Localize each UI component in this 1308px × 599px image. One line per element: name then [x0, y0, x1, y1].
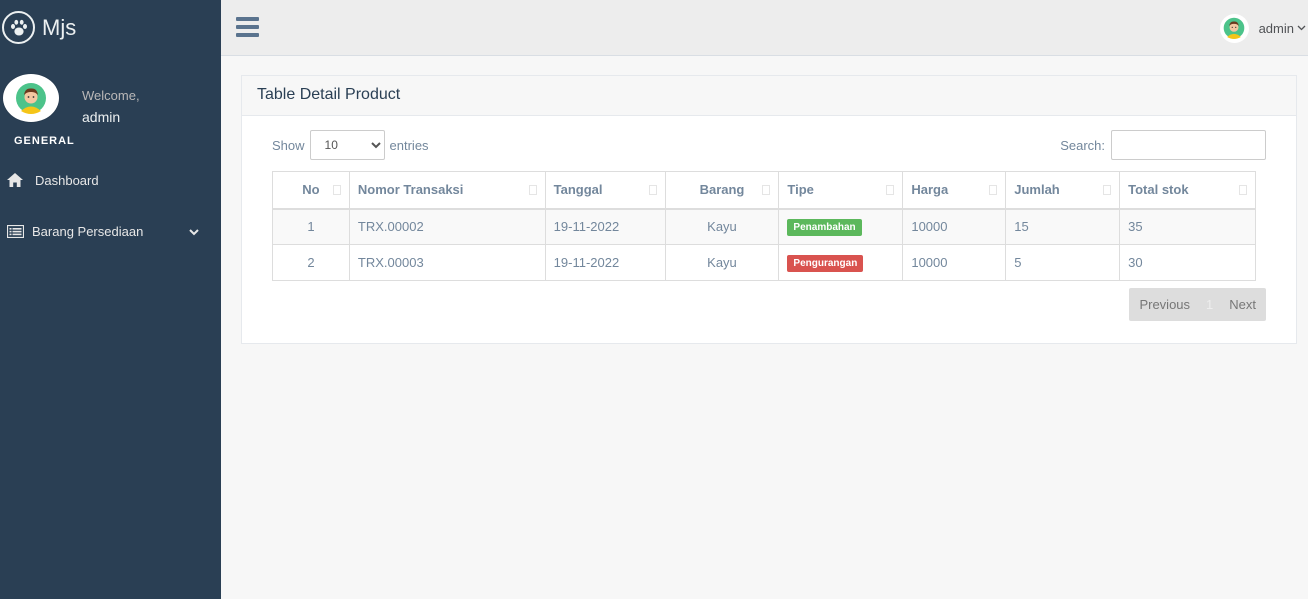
sort-icon — [1103, 185, 1112, 195]
brand[interactable]: Mjs — [0, 0, 221, 55]
search-input[interactable] — [1111, 130, 1266, 160]
column-header-harga[interactable]: Harga — [902, 171, 1007, 210]
sidebar-item-label: Dashboard — [35, 172, 99, 188]
entries-length-control: Show 10 entries — [272, 130, 429, 160]
table-list-icon — [5, 224, 25, 238]
welcome-text: Welcome, — [82, 88, 140, 103]
cell-total-stok: 30 — [1119, 244, 1256, 281]
cell-jumlah: 5 — [1005, 244, 1121, 281]
avatar — [1219, 13, 1249, 43]
cell-tipe: Penambahan — [778, 208, 904, 245]
sidebar: Mjs Welcome, admin GENERAL Dashboard Bar… — [0, 0, 221, 599]
cell-nomor-transaksi: TRX.00002 — [348, 208, 546, 245]
show-label: Show — [272, 137, 305, 153]
user-menu[interactable]: admin — [1219, 13, 1308, 43]
column-header-tipe[interactable]: Tipe — [778, 171, 904, 210]
column-header-tanggal[interactable]: Tanggal — [544, 171, 666, 210]
page-button-current[interactable]: 1 — [1200, 288, 1219, 321]
user-menu-label: admin — [1258, 20, 1294, 36]
entries-select[interactable]: 10 — [309, 130, 385, 160]
cell-tanggal: 19-11-2022 — [544, 208, 666, 245]
column-header-nomor-transaksi[interactable]: Nomor Transaksi — [348, 171, 546, 210]
menu-toggle-icon[interactable] — [236, 17, 259, 37]
avatar — [3, 74, 59, 122]
profile-username: admin — [82, 109, 121, 125]
chevron-down-icon — [189, 224, 199, 239]
sort-icon — [762, 185, 771, 195]
menu-section-label: GENERAL — [14, 135, 75, 147]
cell-no: 1 — [272, 208, 350, 245]
table-row: 2 TRX.00003 19-11-2022 Kayu Pengurangan … — [272, 244, 1256, 281]
cell-harga: 10000 — [902, 244, 1007, 281]
home-icon — [5, 173, 25, 187]
entries-label: entries — [389, 137, 429, 153]
cell-barang: Kayu — [664, 208, 780, 245]
paw-icon — [2, 11, 35, 44]
profile: Welcome, admin — [0, 55, 221, 145]
sidebar-item-barang-persediaan[interactable]: Barang Persediaan — [0, 213, 221, 249]
table-row: 1 TRX.00002 19-11-2022 Kayu Penambahan 1… — [272, 208, 1256, 245]
cell-jumlah: 15 — [1005, 208, 1121, 245]
cell-tipe: Pengurangan — [778, 244, 904, 281]
table-header-row: No Nomor Transaksi Tanggal Barang Tipe H… — [272, 171, 1256, 210]
cell-no: 2 — [272, 244, 350, 281]
user-avatar-icon — [1223, 17, 1245, 39]
sidebar-item-dashboard[interactable]: Dashboard — [0, 162, 221, 198]
cell-nomor-transaksi: TRX.00003 — [348, 244, 546, 281]
sort-icon — [648, 185, 657, 195]
panel-title: Table Detail Product — [242, 76, 1296, 116]
search-label: Search: — [1060, 137, 1105, 153]
sidebar-item-label: Barang Persediaan — [32, 223, 144, 239]
detail-product-panel: Table Detail Product Show 10 entries Sea… — [241, 75, 1297, 344]
cell-harga: 10000 — [902, 208, 1007, 245]
sort-icon — [886, 185, 895, 195]
status-badge: Pengurangan — [787, 254, 864, 272]
user-avatar-icon — [16, 83, 46, 114]
detail-product-table: No Nomor Transaksi Tanggal Barang Tipe H… — [272, 171, 1256, 281]
sort-icon — [332, 185, 341, 195]
cell-barang: Kayu — [664, 244, 780, 281]
cell-tanggal: 19-11-2022 — [544, 244, 666, 281]
search-control: Search: — [1060, 130, 1266, 160]
chevron-down-icon — [1297, 25, 1306, 31]
brand-name: Mjs — [42, 14, 77, 40]
column-header-total-stok[interactable]: Total stok — [1119, 171, 1256, 210]
cell-total-stok: 35 — [1119, 208, 1256, 245]
status-badge: Penambahan — [787, 218, 862, 236]
next-page-button[interactable]: Next — [1219, 288, 1266, 321]
sort-icon — [528, 185, 537, 195]
column-header-jumlah[interactable]: Jumlah — [1005, 171, 1121, 210]
previous-page-button[interactable]: Previous — [1129, 288, 1200, 321]
sort-icon — [1239, 185, 1247, 195]
top-navbar: admin — [221, 0, 1308, 56]
sort-icon — [989, 185, 998, 195]
column-header-no[interactable]: No — [272, 171, 350, 210]
pagination: Previous 1 Next — [1129, 288, 1266, 321]
column-header-barang[interactable]: Barang — [664, 171, 780, 210]
